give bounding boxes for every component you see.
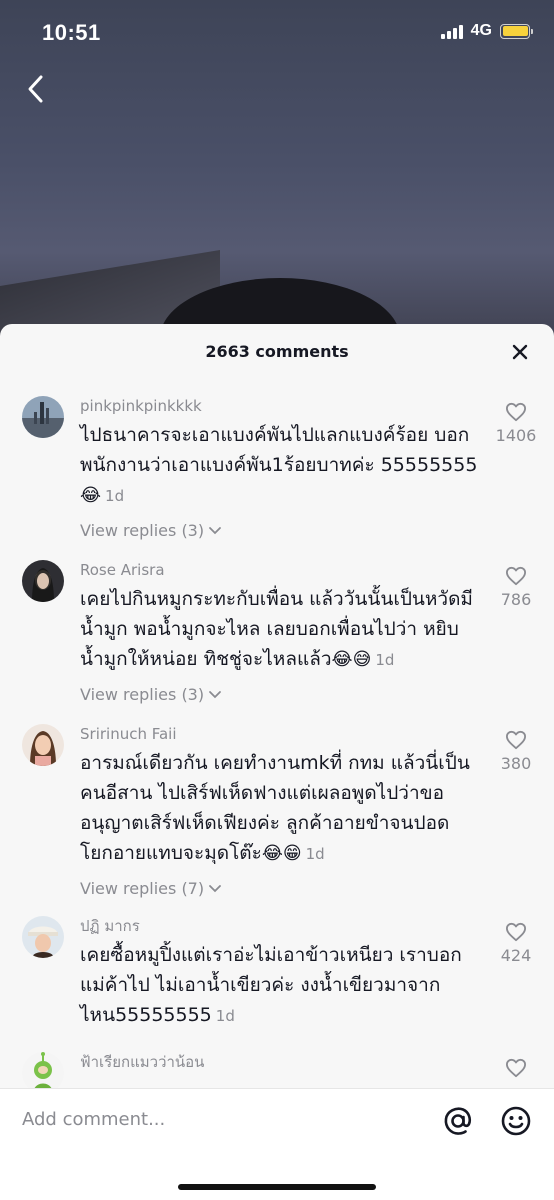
comment-list[interactable]: pinkpinkpinkkkk ไปธนาคารจะเอาแบงค์พันไปแ…: [0, 380, 554, 1088]
comment-body: ไปธนาคารจะเอาแบงค์พันไปแลกแบงค์ร้อย บอกพ…: [80, 424, 478, 476]
comment-item: Rose Arisra เคยไปกินหมูกระทะกับเพื่อน แล…: [0, 560, 554, 704]
comment-item: Sririnuch Faii อารมณ์เดียวกัน เคยทำงานmk…: [0, 724, 554, 898]
avatar[interactable]: [22, 916, 64, 958]
comment-time: 1d: [375, 651, 395, 669]
status-bar: 10:51 4G: [0, 0, 554, 64]
heart-icon: [505, 402, 526, 422]
heart-icon: [505, 922, 526, 942]
close-button[interactable]: [508, 340, 532, 364]
view-replies-button[interactable]: View replies (3): [80, 521, 484, 540]
avatar[interactable]: [22, 724, 64, 766]
comment-username[interactable]: Sririnuch Faii: [80, 724, 484, 744]
comment-text: อารมณ์เดียวกัน เคยทำงานmkที่ กทม แล้วนี่…: [80, 748, 484, 869]
comment-emoji: 😂😁: [261, 843, 302, 864]
view-replies-label: View replies (7): [80, 879, 205, 898]
like-button[interactable]: [494, 1058, 538, 1078]
comments-sheet: 2663 comments pinkpinkpinkkkk ไปธนาคารจะ…: [0, 324, 554, 1200]
status-indicators: 4G: [440, 22, 533, 40]
comment-body: เคยไปกินหมูกระทะกับเพื่อน แล้ววันนั้นเป็…: [80, 588, 473, 670]
comment-time: 1d: [105, 487, 125, 505]
mention-button[interactable]: [442, 1105, 474, 1137]
network-type: 4G: [470, 22, 492, 39]
comment-username[interactable]: ปฏิ มากร: [80, 916, 484, 936]
avatar[interactable]: [22, 1052, 64, 1088]
comment-username[interactable]: Rose Arisra: [80, 560, 484, 580]
add-comment-input[interactable]: Add comment...: [22, 1109, 165, 1130]
at-sign-icon: [444, 1107, 472, 1135]
comment-emoji: 😂😅: [331, 649, 372, 670]
avatar[interactable]: [22, 396, 64, 438]
battery-icon: [500, 23, 533, 39]
comment-body: เคยซื้อหมูปิ้งแต่เราอ่ะไม่เอาข้าวเหนียว …: [80, 944, 462, 1026]
like-count: 380: [500, 754, 532, 773]
like-button[interactable]: 424: [494, 922, 538, 965]
close-icon: [512, 344, 528, 360]
comment-text: เคยซื้อหมูปิ้งแต่เราอ่ะไม่เอาข้าวเหนียว …: [80, 940, 484, 1031]
heart-icon: [505, 1058, 526, 1078]
sheet-header: 2663 comments: [0, 324, 554, 380]
view-replies-button[interactable]: View replies (3): [80, 685, 484, 704]
comment-text: ไปธนาคารจะเอาแบงค์พันไปแลกแบงค์ร้อย บอกพ…: [80, 420, 484, 511]
view-replies-label: View replies (3): [80, 685, 205, 704]
comment-time: 1d: [305, 845, 325, 863]
chevron-down-icon: [209, 884, 222, 892]
comment-username[interactable]: ฟ้าเรียกแมวว่าน้อน: [80, 1052, 484, 1072]
like-count: 424: [500, 946, 532, 965]
like-count: 786: [500, 590, 532, 609]
comments-count-title: 2663 comments: [205, 342, 349, 361]
view-replies-label: View replies (3): [80, 521, 205, 540]
avatar[interactable]: [22, 560, 64, 602]
like-button[interactable]: 1406: [494, 402, 538, 445]
smiley-icon: [501, 1106, 531, 1136]
like-count: 1406: [495, 426, 537, 445]
like-button[interactable]: 786: [494, 566, 538, 609]
chevron-down-icon: [209, 690, 222, 698]
comment-username[interactable]: pinkpinkpinkkkk: [80, 396, 484, 416]
signal-icon: [440, 23, 463, 39]
back-button[interactable]: [18, 70, 52, 108]
home-indicator[interactable]: [178, 1184, 376, 1190]
view-replies-button[interactable]: View replies (7): [80, 879, 484, 898]
emoji-button[interactable]: [500, 1105, 532, 1137]
comment-text: เคยไปกินหมูกระทะกับเพื่อน แล้ววันนั้นเป็…: [80, 584, 484, 675]
like-button[interactable]: 380: [494, 730, 538, 773]
heart-icon: [505, 730, 526, 750]
comment-item: pinkpinkpinkkkk ไปธนาคารจะเอาแบงค์พันไปแ…: [0, 396, 554, 540]
chevron-down-icon: [209, 526, 222, 534]
status-time: 10:51: [42, 20, 101, 45]
comment-emoji: 😂: [80, 485, 102, 506]
comment-item: ฟ้าเรียกแมวว่าน้อน: [0, 1052, 554, 1088]
comment-item: ปฏิ มากร เคยซื้อหมูปิ้งแต่เราอ่ะไม่เอาข้…: [0, 916, 554, 1031]
heart-icon: [505, 566, 526, 586]
comment-input-bar: Add comment...: [0, 1088, 554, 1200]
comment-time: 1d: [215, 1007, 235, 1025]
chevron-left-icon: [28, 75, 43, 103]
